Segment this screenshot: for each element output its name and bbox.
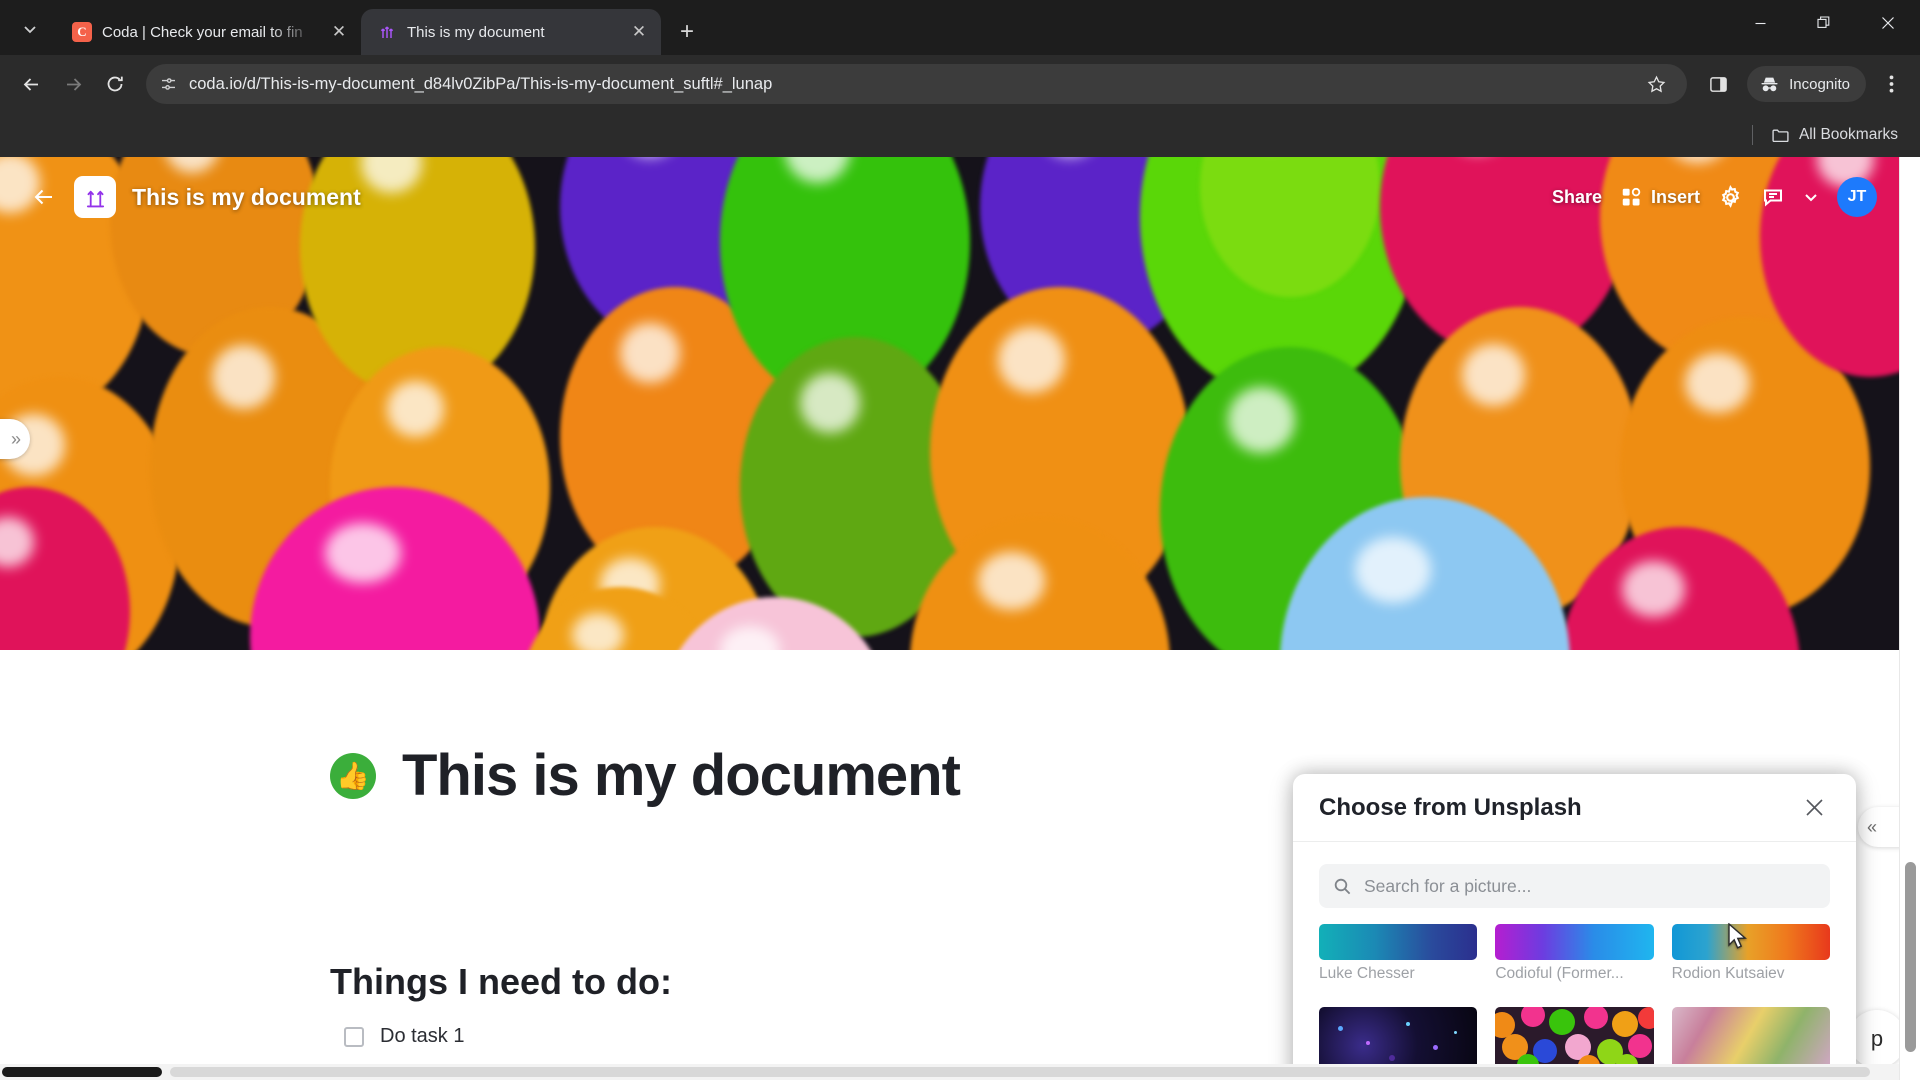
unsplash-author: Luke Chesser bbox=[1319, 965, 1415, 982]
minimize-button[interactable] bbox=[1728, 0, 1792, 46]
help-button[interactable]: p bbox=[1848, 1010, 1906, 1068]
avatar[interactable]: JT bbox=[1837, 177, 1877, 217]
search-input[interactable]: Search for a picture... bbox=[1319, 864, 1830, 908]
unsplash-author: Codioful (Former... bbox=[1495, 965, 1624, 982]
header-actions: Share Insert JT bbox=[1552, 177, 1877, 217]
tab-strip: C Coda | Check your email to fin ✕ This … bbox=[0, 0, 1920, 55]
coda-favicon: C bbox=[72, 22, 92, 42]
unsplash-result-item[interactable]: Rodion Kutsaiev bbox=[1671, 924, 1830, 983]
page-viewport: This is my document Share Insert JT » « … bbox=[0, 157, 1920, 1080]
chevron-down-icon[interactable] bbox=[1803, 189, 1819, 205]
unsplash-thumbnail[interactable] bbox=[1495, 1007, 1654, 1069]
unsplash-results-grid: Luke Chesser Codioful (Former... Rodion … bbox=[1293, 908, 1856, 1080]
coda-doc-favicon bbox=[377, 22, 397, 42]
page-title: This is my document bbox=[402, 743, 961, 808]
todo-label: Do task 1 bbox=[380, 1025, 465, 1047]
new-tab-button[interactable]: + bbox=[669, 14, 705, 50]
address-bar[interactable]: coda.io/d/This-is-my-document_d84lv0ZibP… bbox=[146, 64, 1688, 104]
site-settings-icon[interactable] bbox=[160, 76, 177, 93]
unsplash-thumbnail[interactable] bbox=[1319, 924, 1478, 960]
document-title[interactable]: This is my document bbox=[132, 184, 361, 211]
todo-checkbox[interactable] bbox=[344, 1026, 364, 1047]
all-bookmarks-button[interactable]: All Bookmarks bbox=[1771, 126, 1898, 145]
page-vertical-scrollbar-thumb[interactable] bbox=[1905, 862, 1916, 1052]
browser-tab-coda[interactable]: C Coda | Check your email to fin ✕ bbox=[56, 9, 361, 55]
insert-label: Insert bbox=[1650, 186, 1700, 207]
share-button[interactable]: Share bbox=[1552, 187, 1602, 208]
gear-icon[interactable] bbox=[1718, 184, 1743, 210]
unsplash-thumbnail[interactable] bbox=[1495, 924, 1654, 960]
bookmarks-bar: All Bookmarks bbox=[0, 113, 1920, 157]
unsplash-thumbnail[interactable] bbox=[1671, 1007, 1830, 1069]
browser-tab-document[interactable]: This is my document ✕ bbox=[361, 9, 661, 55]
search-placeholder: Search for a picture... bbox=[1364, 875, 1532, 896]
unsplash-picker-panel: Choose from Unsplash Search for a pictur… bbox=[1293, 774, 1856, 1080]
tab-close-icon[interactable]: ✕ bbox=[627, 20, 651, 44]
browser-toolbar: coda.io/d/This-is-my-document_d84lv0ZibP… bbox=[0, 55, 1920, 113]
unsplash-thumbnail[interactable] bbox=[1319, 1007, 1478, 1069]
forward-arrow-icon[interactable] bbox=[54, 65, 92, 103]
incognito-icon bbox=[1759, 74, 1780, 95]
all-bookmarks-label: All Bookmarks bbox=[1798, 126, 1898, 143]
search-icon bbox=[1333, 877, 1352, 896]
app-back-arrow-icon[interactable] bbox=[22, 175, 66, 219]
side-panel-icon[interactable] bbox=[1699, 65, 1737, 103]
coda-doc-icon[interactable] bbox=[74, 176, 116, 218]
insert-button[interactable]: Insert bbox=[1620, 186, 1700, 208]
document-banner-image[interactable]: This is my document Share Insert JT » bbox=[0, 157, 1899, 650]
tab-close-icon[interactable]: ✕ bbox=[327, 20, 351, 44]
document-header: This is my document Share Insert JT bbox=[0, 157, 1899, 237]
url-text: coda.io/d/This-is-my-document_d84lv0ZibP… bbox=[189, 74, 773, 93]
unsplash-thumbnail[interactable] bbox=[1671, 924, 1830, 960]
page-horizontal-scrollbar[interactable] bbox=[0, 1064, 1899, 1080]
page-horizontal-scrollbar-track[interactable] bbox=[170, 1067, 1870, 1077]
kebab-menu-icon[interactable] bbox=[1874, 65, 1908, 103]
close-icon[interactable] bbox=[1798, 792, 1830, 824]
tab-search-icon[interactable] bbox=[10, 9, 50, 49]
grid-plus-icon bbox=[1620, 186, 1642, 208]
right-panel-collapse-button[interactable]: « bbox=[1858, 807, 1904, 847]
thumbs-up-emoji-icon[interactable]: 👍 bbox=[330, 752, 376, 799]
maximize-button[interactable] bbox=[1792, 0, 1856, 46]
back-arrow-icon[interactable] bbox=[12, 65, 50, 103]
unsplash-panel-header: Choose from Unsplash bbox=[1293, 774, 1856, 842]
unsplash-result-item[interactable]: Luke Chesser bbox=[1319, 924, 1478, 983]
comment-icon[interactable] bbox=[1761, 185, 1785, 209]
browser-window: C Coda | Check your email to fin ✕ This … bbox=[0, 0, 1920, 1080]
window-controls bbox=[1728, 0, 1920, 46]
page-vertical-scrollbar[interactable] bbox=[1899, 157, 1920, 1080]
unsplash-author: Rodion Kutsaiev bbox=[1671, 965, 1785, 982]
bookmarks-divider bbox=[1751, 125, 1753, 145]
close-window-button[interactable] bbox=[1856, 0, 1920, 46]
tab-title: This is my document bbox=[407, 23, 545, 41]
page-horizontal-scrollbar-thumb[interactable] bbox=[2, 1067, 162, 1077]
tab-title: Coda | Check your email to fin bbox=[102, 23, 303, 41]
folder-icon bbox=[1771, 126, 1790, 145]
unsplash-result-item[interactable]: Codioful (Former... bbox=[1495, 924, 1654, 983]
reload-icon[interactable] bbox=[96, 65, 134, 103]
unsplash-panel-title: Choose from Unsplash bbox=[1319, 793, 1582, 821]
unsplash-search-wrap: Search for a picture... bbox=[1293, 842, 1856, 908]
share-label: Share bbox=[1551, 186, 1602, 207]
incognito-label: Incognito bbox=[1789, 75, 1850, 93]
incognito-indicator[interactable]: Incognito bbox=[1747, 66, 1866, 102]
star-icon[interactable] bbox=[1639, 67, 1673, 101]
